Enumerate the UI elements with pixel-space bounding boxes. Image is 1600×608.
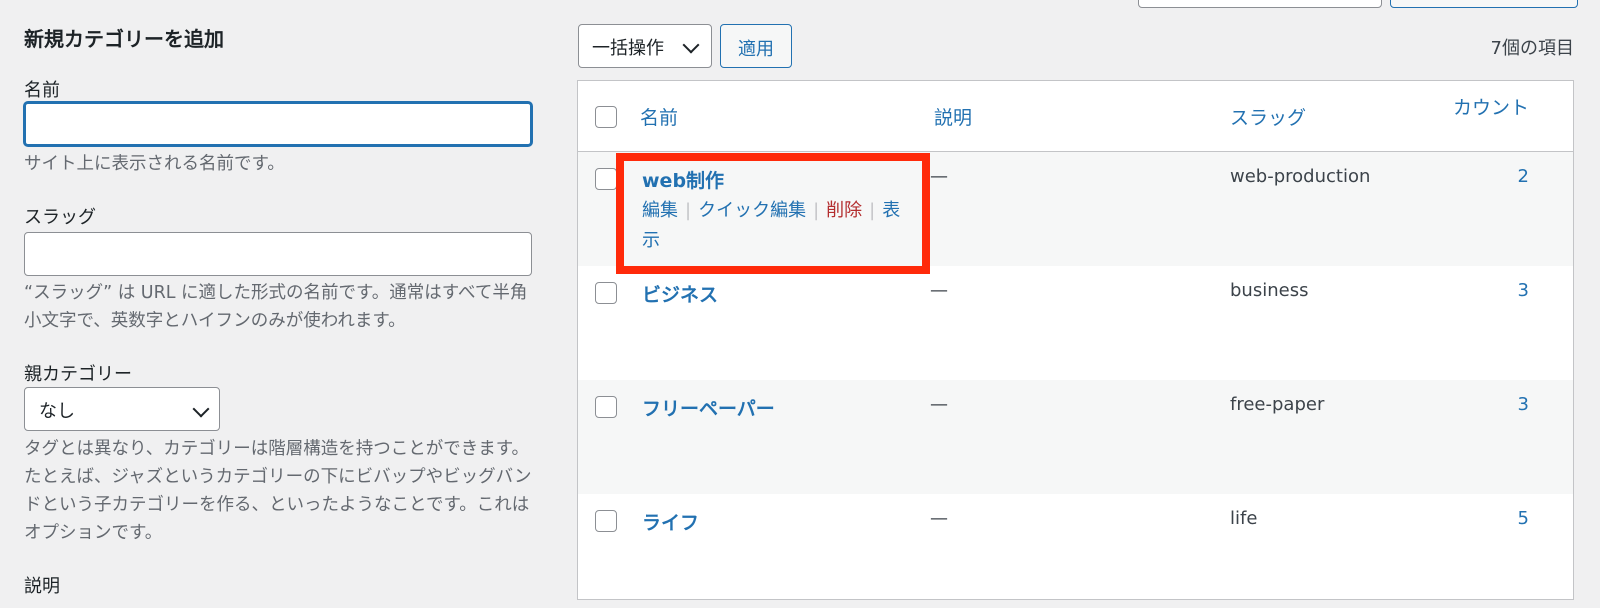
category-count-link[interactable]: 3 (1518, 280, 1529, 301)
table-row: ビジネス — business 3 (578, 266, 1573, 380)
form-title: 新規カテゴリーを追加 (24, 27, 224, 51)
column-header-name[interactable]: 名前 (640, 103, 678, 130)
category-count-link[interactable]: 2 (1518, 166, 1529, 187)
row-checkbox[interactable] (595, 396, 617, 418)
category-name-link[interactable]: フリーペーパー (642, 394, 775, 421)
edit-link[interactable]: 編集 (642, 200, 678, 221)
separator: | (685, 200, 692, 221)
separator: | (869, 200, 876, 221)
quick-edit-link[interactable]: クイック編集 (698, 200, 806, 221)
name-input[interactable] (24, 102, 532, 146)
table-header: 名前 説明 スラッグ カウント (578, 81, 1573, 152)
slug-input[interactable] (24, 232, 532, 276)
slug-help-text: “スラッグ” は URL に適した形式の名前です。通常はすべて半角小文字で、英数… (24, 283, 528, 331)
category-count-link[interactable]: 5 (1518, 508, 1529, 529)
category-description: — (930, 394, 948, 415)
parent-category-label: 親カテゴリー (24, 364, 132, 385)
category-slug: free-paper (1230, 394, 1325, 415)
chevron-down-icon (682, 36, 700, 54)
parent-category-value: なし (39, 401, 75, 422)
name-label: 名前 (24, 80, 60, 101)
search-input[interactable] (1138, 0, 1382, 8)
apply-button[interactable]: 適用 (720, 24, 792, 68)
category-slug: web-production (1230, 166, 1371, 187)
parent-help-text: タグとは異なり、カテゴリーは階層構造を持つことができます。たとえば、ジャズという… (24, 439, 532, 543)
row-actions: 編集 | クイック編集 | 削除 | 表示 (642, 196, 912, 256)
category-name-link[interactable]: web制作 (642, 166, 724, 193)
chevron-down-icon (192, 400, 210, 418)
bulk-action-select[interactable]: 一括操作 (578, 24, 712, 68)
category-name-link[interactable]: ライフ (642, 508, 699, 535)
column-header-slug[interactable]: スラッグ (1230, 103, 1306, 130)
name-help-text: サイト上に表示される名前です。 (24, 154, 285, 174)
category-description: — (930, 508, 948, 529)
table-row: ライフ — life 5 (578, 494, 1573, 608)
items-count: 7個の項目 (1490, 38, 1574, 59)
category-description: — (930, 280, 948, 301)
category-slug: business (1230, 280, 1309, 301)
delete-link[interactable]: 削除 (826, 200, 862, 221)
category-description: — (930, 166, 948, 187)
category-name-link[interactable]: ビジネス (642, 280, 718, 307)
separator: | (813, 200, 820, 221)
category-slug: life (1230, 508, 1258, 529)
row-checkbox[interactable] (595, 282, 617, 304)
search-button[interactable] (1390, 0, 1578, 8)
column-header-count[interactable]: カウント (1453, 93, 1529, 120)
table-row: フリーペーパー — free-paper 3 (578, 380, 1573, 494)
category-count-link[interactable]: 3 (1518, 394, 1529, 415)
row-checkbox[interactable] (595, 510, 617, 532)
table-row: web制作 編集 | クイック編集 | 削除 | 表示 — web-production 2 (578, 152, 1573, 266)
categories-table: 名前 説明 スラッグ カウント web制作 編集 | クイック編集 | 削除 | 表示 — … (577, 80, 1574, 600)
bulk-action-value: 一括操作 (592, 38, 664, 59)
parent-category-select[interactable]: なし (24, 387, 220, 431)
select-all-checkbox[interactable] (595, 106, 617, 128)
column-header-description[interactable]: 説明 (934, 103, 972, 130)
row-checkbox[interactable] (595, 168, 617, 190)
slug-label: スラッグ (24, 207, 96, 228)
description-label: 説明 (24, 576, 60, 597)
